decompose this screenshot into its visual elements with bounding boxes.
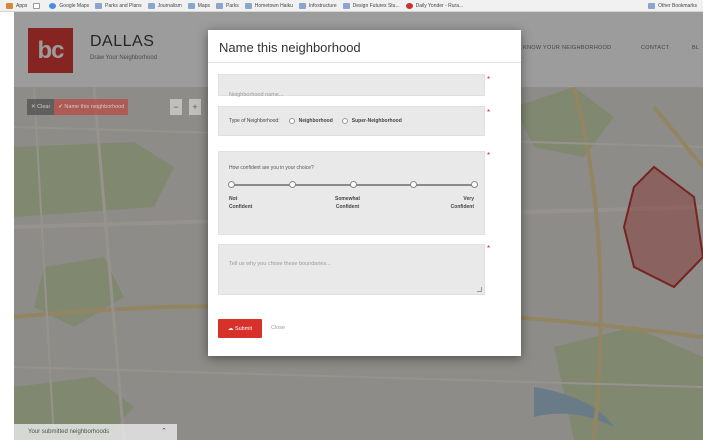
name-neighborhood-modal: Name this neighborhood Neighborhood name… <box>208 30 521 356</box>
radio-super-neighborhood[interactable] <box>341 118 348 124</box>
confidence-slider[interactable] <box>228 181 478 188</box>
submitted-neighborhoods-panel[interactable]: Your submitted neighborhoods ⌃ <box>14 424 177 440</box>
zoom-out-button[interactable]: − <box>170 99 182 115</box>
name-placeholder: Neighborhood name... <box>229 92 284 98</box>
resize-handle-icon[interactable] <box>477 287 482 292</box>
reason-textarea[interactable]: Tell us why you chose these boundaries..… <box>218 244 485 295</box>
bookmark-google-maps[interactable]: Google Maps <box>49 2 89 9</box>
submitted-neighborhoods-label: Your submitted neighborhoods <box>28 429 110 435</box>
bookmark-page[interactable] <box>33 2 43 9</box>
slider-stop[interactable] <box>349 181 357 188</box>
map-toolbar: ✕ Clear ✔ Name this neighborhood <box>27 99 129 115</box>
reason-placeholder: Tell us why you chose these boundaries..… <box>229 261 331 267</box>
folder-icon <box>95 2 103 9</box>
page-icon <box>33 2 41 9</box>
other-bookmarks[interactable]: Other Bookmarks <box>648 2 697 9</box>
folder-icon <box>244 2 252 9</box>
zoom-in-button[interactable]: + <box>189 99 201 115</box>
bookmarks-bar: Apps Google Maps Parks and Plans Journal… <box>0 0 703 12</box>
tick-somewhat-confident: Somewhat Confident <box>335 196 361 210</box>
neighborhood-name-input[interactable]: Neighborhood name... <box>218 74 485 98</box>
bookmark-folder[interactable]: Parks and Plans <box>95 2 142 9</box>
radio-neighborhood[interactable] <box>288 118 295 124</box>
clear-button[interactable]: ✕ Clear <box>27 99 55 115</box>
confidence-label: How confident are you in your choice? <box>229 165 314 171</box>
modal-title: Name this neighborhood <box>219 40 361 55</box>
folder-icon <box>147 2 155 9</box>
tick-very-confident: Very Confident <box>450 196 474 210</box>
radio-super-neighborhood-label[interactable]: Super-Neighborhood <box>352 118 402 124</box>
submit-button[interactable]: ☁ Submit <box>218 319 262 338</box>
name-neighborhood-button[interactable]: ✔ Name this neighborhood <box>54 99 129 115</box>
bookmark-daily-yonder[interactable]: Daily Yonder - Rura... <box>405 2 463 9</box>
bookmark-folder[interactable]: Parks <box>216 2 239 9</box>
type-label: Type of Neighborhood: <box>229 118 280 124</box>
folder-icon <box>648 2 656 9</box>
required-asterisk: * <box>487 108 491 117</box>
confidence-group: How confident are you in your choice? No… <box>218 151 485 235</box>
required-asterisk: * <box>487 244 491 253</box>
close-link[interactable]: Close <box>271 325 285 331</box>
folder-icon <box>342 2 350 9</box>
tick-not-confident: Not Confident <box>229 196 253 210</box>
bookmark-folder[interactable]: Maps <box>187 2 210 9</box>
required-asterisk: * <box>487 75 491 84</box>
bookmark-folder[interactable]: Design Futures Stu... <box>342 2 400 9</box>
radio-neighborhood-label[interactable]: Neighborhood <box>299 118 333 124</box>
google-icon <box>49 2 57 9</box>
slider-stop[interactable] <box>288 181 296 188</box>
chevron-up-icon[interactable]: ⌃ <box>161 427 167 435</box>
bookmark-apps[interactable]: Apps <box>6 2 27 9</box>
bookmark-folder[interactable]: Journalism <box>147 2 182 9</box>
required-asterisk: * <box>487 151 491 160</box>
yonder-icon <box>405 2 413 9</box>
folder-icon <box>187 2 195 9</box>
folder-icon <box>298 2 306 9</box>
slider-stop[interactable] <box>471 181 478 188</box>
slider-stop[interactable] <box>410 181 418 188</box>
bookmark-folder[interactable]: Hometown Haiku <box>244 2 293 9</box>
neighborhood-type-group: Type of Neighborhood: Neighborhood Super… <box>218 106 485 136</box>
slider-stop[interactable] <box>228 181 235 188</box>
modal-divider <box>208 62 521 63</box>
apps-icon <box>6 2 13 9</box>
folder-icon <box>216 2 223 9</box>
bookmark-folder[interactable]: Infostructure <box>298 2 337 9</box>
